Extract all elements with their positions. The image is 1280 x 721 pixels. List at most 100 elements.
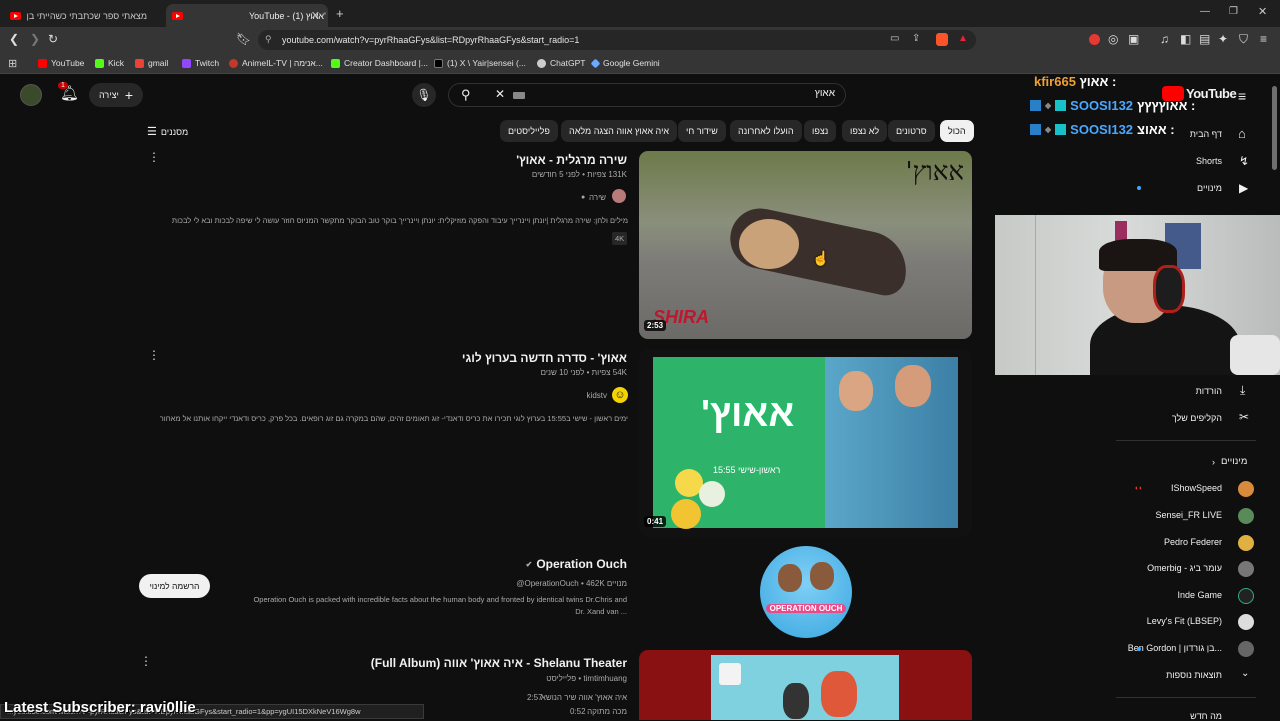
bookmark-gemini[interactable]: Google Gemini bbox=[590, 58, 660, 68]
keyboard-icon[interactable] bbox=[513, 92, 525, 99]
voice-search-button[interactable]: 🎙︎ bbox=[412, 83, 436, 107]
scrollbar-thumb[interactable] bbox=[1272, 86, 1277, 170]
restore-icon[interactable]: ❐ bbox=[1229, 6, 1238, 17]
chip-unwatched[interactable]: לא נצפו bbox=[842, 120, 888, 142]
subscriptions-header[interactable]: מינויים ‹ bbox=[1212, 456, 1247, 467]
share-icon[interactable]: ⇪ bbox=[912, 33, 920, 44]
bookmark-creator-dashboard[interactable]: Creator Dashboard |... bbox=[331, 58, 428, 68]
channel-title[interactable]: ✔ Operation Ouch bbox=[526, 557, 627, 571]
extension-red-icon[interactable] bbox=[1089, 34, 1100, 45]
brave-shield-icon[interactable] bbox=[936, 33, 948, 46]
bookmark-icon[interactable]: 🔖︎ bbox=[236, 32, 251, 46]
chevron-down-icon: ⌄ bbox=[1241, 668, 1250, 679]
sidebar-sub[interactable]: Sensei_FR LIVE bbox=[1155, 510, 1222, 520]
clear-search-icon[interactable]: ✕ bbox=[495, 87, 505, 101]
forward-icon[interactable]: ❯ bbox=[30, 32, 40, 46]
video-title[interactable]: אאוץ' - סדרה חדשה בערוץ לוגי bbox=[462, 351, 627, 365]
chip-all[interactable]: הכול bbox=[940, 120, 974, 142]
chip-live[interactable]: שידור חי bbox=[678, 120, 726, 142]
address-bar-row: ❮ ❯ ↻ 🔖︎ ⚲ youtube.com/watch?v=pyrRhaaGF… bbox=[0, 27, 1280, 53]
channel-name[interactable]: שירה bbox=[589, 193, 606, 202]
wallet-icon[interactable]: ▤ bbox=[1199, 32, 1210, 46]
bookmark-youtube[interactable]: YouTube bbox=[38, 58, 84, 68]
bookmark-twitch[interactable]: Twitch bbox=[182, 58, 219, 68]
headset bbox=[1153, 265, 1185, 313]
chip-full-show[interactable]: איה אאוץ אווה הצגה מלאה bbox=[561, 120, 678, 142]
notification-count-badge: 1 bbox=[58, 82, 68, 89]
brave-rewards-icon[interactable]: ▲ bbox=[958, 33, 968, 44]
playlist-track-title[interactable]: איה אאוץ' אווה שיר הנושא bbox=[541, 693, 627, 702]
playlist-title[interactable]: Shelanu Theater - איה אאוץ' אווה (Full A… bbox=[371, 656, 627, 670]
tab-active[interactable]: YouTube - (1) אאוץ' ✕ bbox=[166, 4, 328, 27]
channel-avatar-large[interactable]: OPERATION OUCH bbox=[760, 546, 852, 638]
filters-button[interactable]: ☰ מסננים bbox=[147, 125, 188, 138]
menu-icon[interactable]: ≡ bbox=[1260, 32, 1267, 46]
sidebar-item-home[interactable]: דף הבית bbox=[1190, 129, 1222, 139]
hamburger-menu-icon[interactable]: ≡ bbox=[1238, 88, 1246, 104]
chip-watched[interactable]: נצפו bbox=[804, 120, 837, 142]
bookmark-gmail[interactable]: gmail bbox=[135, 58, 168, 68]
sidebar-sub[interactable]: Inde Game bbox=[1177, 590, 1222, 600]
subscribe-button[interactable]: הרשמה למינוי bbox=[139, 574, 210, 598]
vpn-icon[interactable]: ⛉ bbox=[1239, 32, 1248, 47]
apps-icon[interactable]: ⊞ bbox=[8, 57, 17, 70]
sidebar-divider bbox=[1116, 440, 1256, 441]
site-info-icon[interactable]: ⚲ bbox=[265, 34, 272, 45]
close-window-icon[interactable]: ✕ bbox=[1258, 5, 1267, 18]
badge-icon: ◆ bbox=[1045, 101, 1052, 110]
bookmark-chatgpt[interactable]: ChatGPT bbox=[537, 58, 585, 68]
back-icon[interactable]: ❮ bbox=[9, 32, 19, 46]
video-thumbnail[interactable]: אאוץ' ראשון-שישי 15:55 0:41 bbox=[639, 349, 972, 537]
chip-playlists[interactable]: פלייליסטים bbox=[500, 120, 558, 142]
channel-name[interactable]: kidstv bbox=[587, 391, 607, 400]
channel-avatar[interactable] bbox=[612, 189, 626, 203]
channel-description: Operation Ouch is packed with incredible… bbox=[253, 595, 627, 604]
playlist-track-title[interactable]: מכה מתוקה bbox=[587, 707, 627, 716]
search-box[interactable]: ⚲ ✕ אאוץ bbox=[448, 83, 846, 107]
window-frame bbox=[1035, 215, 1036, 375]
more-options-icon[interactable]: ⋮ bbox=[148, 348, 160, 362]
extension-icon[interactable]: ▣ bbox=[1128, 32, 1139, 46]
extension-icon[interactable]: ◎ bbox=[1108, 32, 1118, 46]
chip-videos[interactable]: סרטונים bbox=[888, 120, 935, 142]
sidebar-item-subscriptions[interactable]: מינויים bbox=[1197, 183, 1222, 193]
sidebar-sub[interactable]: IShowSpeed bbox=[1171, 483, 1222, 493]
create-button[interactable]: יצירה + bbox=[89, 83, 143, 107]
playlist-thumbnail[interactable] bbox=[639, 650, 972, 720]
more-options-icon[interactable]: ⋮ bbox=[148, 150, 160, 164]
chip-recent[interactable]: הועלו לאחרונה bbox=[730, 120, 802, 142]
show-more-button[interactable]: תוצאות נוספות bbox=[1166, 670, 1222, 680]
leo-icon[interactable]: ✦ bbox=[1218, 32, 1228, 46]
bookmark-animeil[interactable]: AnimeIL-TV | אנימה... bbox=[229, 58, 323, 68]
notifications-button[interactable]: 🔔︎ 1 bbox=[58, 82, 79, 104]
more-options-icon[interactable]: ⋮ bbox=[140, 654, 152, 668]
gemini-icon bbox=[590, 58, 601, 68]
url-field[interactable]: ⚲ youtube.com/watch?v=pyrRhaaGFys&list=R… bbox=[258, 30, 976, 50]
cast-icon[interactable]: ▭ bbox=[890, 33, 899, 44]
kidstv-avatar[interactable]: ☺ bbox=[612, 387, 628, 403]
video-title[interactable]: שירה מרגלית - אאוץ' bbox=[516, 153, 627, 167]
sidebar-item-shorts[interactable]: Shorts bbox=[1196, 156, 1222, 166]
bookmark-kick[interactable]: Kick bbox=[95, 58, 124, 68]
chat-text: אאוץ : bbox=[1079, 74, 1117, 89]
sidebar-sub[interactable]: Pedro Federer bbox=[1164, 537, 1222, 547]
search-input[interactable]: אאוץ bbox=[815, 88, 835, 99]
sidebar-item-downloads[interactable]: הורדות bbox=[1196, 386, 1222, 396]
browser-tab-bar: מצאתי ספר שכתבתי כשהייתי בן 9... YouTube… bbox=[0, 0, 1280, 27]
video-thumbnail[interactable]: אאוץ' SHIRA 2:53 bbox=[639, 151, 972, 339]
minimize-icon[interactable]: — bbox=[1200, 6, 1210, 17]
close-icon[interactable]: ✕ bbox=[311, 9, 320, 22]
sidebar-item-clips[interactable]: הקליפים שלך bbox=[1172, 413, 1222, 423]
new-tab-button[interactable]: + bbox=[336, 6, 344, 21]
sidebar-icon[interactable]: ◧ bbox=[1180, 32, 1191, 46]
tab-inactive[interactable]: מצאתי ספר שכתבתי כשהייתי בן 9... bbox=[4, 4, 162, 27]
sidebar-sub[interactable]: Levy's Fit (LBSEP) bbox=[1147, 616, 1222, 626]
search-icon[interactable]: ⚲ bbox=[461, 87, 471, 103]
music-icon[interactable]: ♫ bbox=[1160, 32, 1169, 46]
microphone-icon: 🎙︎ bbox=[416, 88, 432, 102]
reload-icon[interactable]: ↻ bbox=[48, 32, 58, 46]
sidebar-sub[interactable]: Ben Gordon | בן גורדון... bbox=[1128, 643, 1222, 653]
avatar[interactable] bbox=[20, 84, 42, 106]
sidebar-sub[interactable]: Omerbig - עומר ביג bbox=[1147, 563, 1222, 573]
bookmark-x[interactable]: (1) X \ Yair|sensei (... bbox=[434, 58, 526, 68]
